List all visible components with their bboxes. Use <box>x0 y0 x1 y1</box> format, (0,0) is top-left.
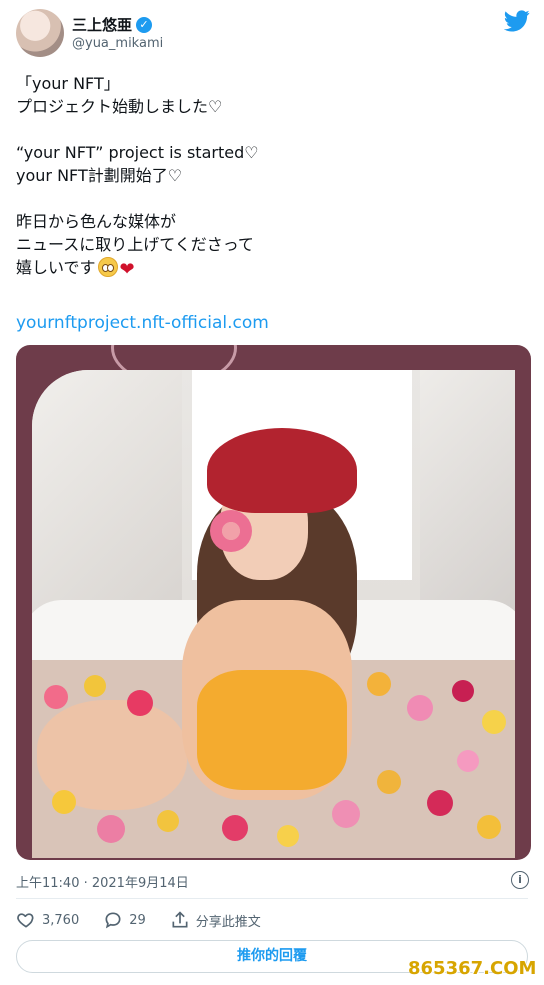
heart-outline-icon[interactable] <box>16 910 36 930</box>
flower <box>84 675 106 697</box>
flower <box>332 800 360 828</box>
tweet-line: プロジェクト始動しました♡ <box>16 97 223 116</box>
share-action[interactable]: 分享此推文 <box>170 910 261 930</box>
tweet-timestamp[interactable]: 上午11:40 · 2021年9月14日 <box>16 872 189 891</box>
flower <box>52 790 76 814</box>
author-name-row[interactable]: 三上悠亜 ✓ <box>72 14 153 35</box>
tweet-line: 嬉しいです <box>16 258 96 277</box>
flower <box>44 685 68 709</box>
user-handle[interactable]: @yua_mikami <box>72 36 163 51</box>
info-icon[interactable]: i <box>511 871 529 889</box>
flower <box>482 710 506 734</box>
flower <box>427 790 453 816</box>
link-line: yournftproject.nft-official.com <box>16 313 269 333</box>
smiling-face-icon <box>97 257 118 277</box>
tweet-line: ニュースに取り上げてくださって <box>16 235 254 254</box>
twitter-bird-icon[interactable] <box>504 10 530 32</box>
flower <box>407 695 433 721</box>
marble-wall-right <box>420 370 515 630</box>
like-action[interactable]: 3,760 <box>16 910 79 930</box>
tweet-line: 昨日から色んな媒体が <box>16 212 177 231</box>
flower <box>127 690 153 716</box>
divider <box>16 898 528 899</box>
flower <box>97 815 125 843</box>
share-label: 分享此推文 <box>195 914 261 930</box>
tweet-line: “your NFT” project is started♡ <box>16 143 259 162</box>
tweet-line-with-emoji: 嬉しいです ❤ <box>16 256 526 280</box>
tweet-header: 三上悠亜 ✓ @yua_mikami <box>0 0 544 62</box>
photo-frame <box>32 370 515 858</box>
yellow-swimsuit <box>197 670 347 790</box>
flower <box>477 815 501 839</box>
tweet-line: 「your NFT」 <box>16 74 120 93</box>
verified-badge-icon: ✓ <box>136 16 153 33</box>
tweet-line: your NFT計劃開始了♡ <box>16 166 183 185</box>
like-count: 3,760 <box>42 912 80 928</box>
red-beret <box>207 428 357 513</box>
flower <box>457 750 479 772</box>
share-icon[interactable] <box>170 910 190 930</box>
site-watermark: 865367.COM <box>408 958 537 979</box>
display-name[interactable]: 三上悠亜 <box>72 14 132 35</box>
flower <box>157 810 179 832</box>
tweet-line <box>16 118 526 141</box>
reply-count: 29 <box>129 912 146 928</box>
reply-action[interactable]: 29 <box>103 910 146 930</box>
flower <box>277 825 299 847</box>
marble-wall-left <box>32 370 182 630</box>
flower <box>377 770 401 794</box>
tweet-text: 「your NFT」 プロジェクト始動しました♡ “your NFT” proj… <box>16 72 526 280</box>
tweet-media-image[interactable] <box>16 345 531 860</box>
tweet-line <box>16 187 526 210</box>
flower <box>222 815 248 841</box>
avatar[interactable] <box>16 9 64 57</box>
project-link[interactable]: yournftproject.nft-official.com <box>16 313 269 333</box>
flower <box>452 680 474 702</box>
reply-bubble-icon[interactable] <box>103 910 123 930</box>
tweet-actions: 3,760 29 分享此推文 <box>16 910 285 930</box>
heart-icon: ❤ <box>119 259 135 280</box>
pink-flower <box>210 510 252 552</box>
flower <box>367 672 391 696</box>
